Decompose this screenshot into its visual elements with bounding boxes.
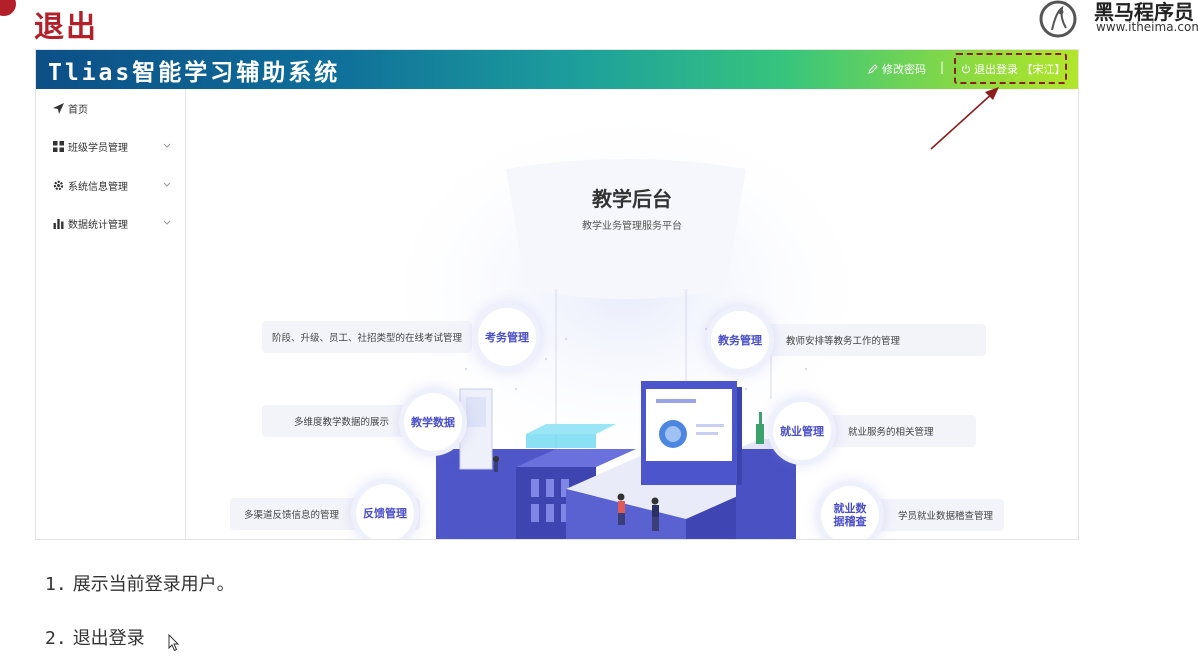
sidebar-item-label: 数据统计管理 bbox=[68, 219, 128, 231]
feature-badge[interactable]: 反馈管理 bbox=[356, 484, 414, 539]
sidebar: 首页 班级学员管理 系统信息管理 数据统计管理 bbox=[36, 89, 186, 539]
feature-badge[interactable]: 就业数据稽查 bbox=[821, 486, 879, 539]
step-item: 1. 展示当前登录用户。 bbox=[45, 570, 235, 596]
change-password-link[interactable]: 修改密码 bbox=[868, 61, 926, 77]
header-separator: | bbox=[940, 60, 945, 74]
slide-bullet-dot bbox=[0, 0, 16, 16]
brand-url: www.itheima.com bbox=[1096, 20, 1198, 34]
sidebar-item-system-info[interactable]: 系统信息管理 bbox=[36, 170, 185, 200]
feature-badge[interactable]: 考务管理 bbox=[478, 308, 536, 366]
brand: 黑马程序员 www.itheima.com bbox=[1032, 0, 1198, 40]
logout-label: 退出登录 【宋江】 bbox=[974, 63, 1066, 76]
grid-icon bbox=[52, 140, 64, 152]
mouse-cursor-icon bbox=[168, 634, 180, 652]
main-content: 教学后台 教学业务管理服务平台 阶段、升级、员工、社招类型的在线考试管理 考务管… bbox=[186, 89, 1078, 539]
feature-badge[interactable]: 就业管理 bbox=[773, 402, 831, 460]
power-icon bbox=[962, 64, 970, 74]
feature-badge[interactable]: 教学数据 bbox=[404, 393, 462, 451]
feature-desc: 阶段、升级、员工、社招类型的在线考试管理 bbox=[262, 321, 472, 353]
app-title: Tlias智能学习辅助系统 bbox=[48, 60, 341, 86]
app-window: Tlias智能学习辅助系统 修改密码 | 退出登录 【宋江】 首页 班级学员管理… bbox=[35, 49, 1079, 540]
chevron-down-icon bbox=[163, 220, 171, 225]
sidebar-item-label: 首页 bbox=[68, 104, 88, 116]
sidebar-item-home[interactable]: 首页 bbox=[36, 93, 185, 123]
hero-subtitle: 教学业务管理服务平台 bbox=[582, 221, 682, 232]
sidebar-item-label: 系统信息管理 bbox=[68, 181, 128, 193]
feature-desc: 教师安排等教务工作的管理 bbox=[746, 324, 986, 356]
send-icon bbox=[52, 102, 64, 114]
step-number: 1. bbox=[45, 574, 67, 595]
app-header: Tlias智能学习辅助系统 修改密码 | 退出登录 【宋江】 bbox=[36, 50, 1078, 89]
sidebar-item-data-stats[interactable]: 数据统计管理 bbox=[36, 208, 185, 238]
step-text: 展示当前登录用户。 bbox=[72, 574, 235, 595]
chevron-down-icon bbox=[163, 182, 171, 187]
sidebar-item-label: 班级学员管理 bbox=[68, 142, 128, 154]
gear-icon bbox=[52, 179, 64, 191]
step-item: 2. 退出登录 bbox=[45, 624, 145, 650]
bar-chart-icon bbox=[52, 217, 64, 229]
logout-link[interactable]: 退出登录 【宋江】 bbox=[961, 61, 1066, 77]
brand-logo-icon bbox=[1039, 0, 1077, 38]
sidebar-item-class-students[interactable]: 班级学员管理 bbox=[36, 131, 185, 161]
feature-badge[interactable]: 教务管理 bbox=[711, 311, 769, 369]
chevron-down-icon bbox=[163, 143, 171, 148]
step-number: 2. bbox=[45, 628, 67, 649]
edit-icon bbox=[868, 64, 878, 74]
step-text: 退出登录 bbox=[72, 628, 145, 649]
change-password-label: 修改密码 bbox=[882, 63, 926, 76]
slide-title: 退出 bbox=[34, 10, 98, 45]
platform-illustration bbox=[366, 119, 886, 539]
hero-title: 教学后台 bbox=[592, 187, 672, 211]
